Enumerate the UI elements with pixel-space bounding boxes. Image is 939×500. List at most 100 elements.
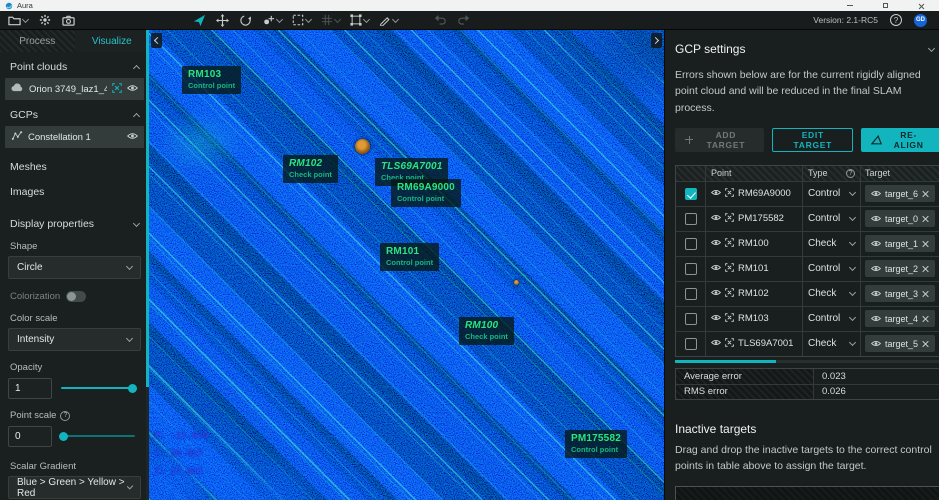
row-checkbox[interactable] [685, 313, 697, 325]
colorization-toggle[interactable] [66, 291, 86, 302]
tab-process[interactable]: Process [0, 30, 75, 52]
tab-visualize[interactable]: Visualize [75, 30, 150, 52]
box-select-tool-button[interactable] [350, 13, 369, 27]
window-close-button[interactable] [918, 3, 924, 9]
collapse-right-panel-button[interactable] [651, 33, 662, 48]
remove-target-icon[interactable] [922, 265, 929, 272]
collapse-left-panel-button[interactable] [151, 33, 162, 48]
target-visibility-eye-icon[interactable] [871, 239, 881, 249]
meshes-section-header[interactable]: Meshes [10, 161, 139, 173]
pan-move-tool-button[interactable] [216, 13, 229, 27]
remove-target-icon[interactable] [922, 315, 929, 322]
row-visibility-eye-icon[interactable] [711, 338, 721, 349]
add-target-button[interactable]: ADD TARGET [675, 128, 764, 152]
point-scale-input[interactable] [8, 426, 52, 447]
target-visibility-eye-icon[interactable] [871, 214, 881, 224]
remove-target-icon[interactable] [922, 240, 929, 247]
realign-button[interactable]: RE-ALIGN [861, 128, 939, 152]
window-minimize-button[interactable] [847, 5, 853, 6]
row-visibility-eye-icon[interactable] [711, 238, 721, 249]
point-scale-help-icon[interactable]: ? [60, 411, 70, 421]
redo-button[interactable] [457, 13, 470, 27]
target-chip[interactable]: target_6 [865, 185, 935, 202]
constellation-item[interactable]: Constellation 1 [5, 126, 144, 148]
gcp-label[interactable]: RM102 Check point [283, 155, 338, 183]
point-cloud-item[interactable]: Orion 3749_laz1_4.laz [5, 78, 144, 100]
row-visibility-eye-icon[interactable] [711, 188, 721, 199]
collapse-panel-chevron-icon[interactable] [928, 44, 935, 51]
row-checkbox[interactable] [685, 263, 697, 275]
rotate-3d-tool-button[interactable] [239, 13, 252, 27]
target-chip[interactable]: target_2 [865, 260, 935, 277]
row-focus-icon[interactable] [725, 238, 734, 250]
target-visibility-eye-icon[interactable] [871, 264, 881, 274]
type-dropdown[interactable]: Control [803, 307, 861, 331]
gcp-label[interactable]: RM69A9000 Control point [391, 179, 461, 207]
point-scale-slider[interactable] [61, 435, 135, 437]
visibility-eye-icon[interactable] [127, 84, 138, 95]
remove-target-icon[interactable] [922, 290, 929, 297]
row-focus-icon[interactable] [725, 263, 734, 275]
target-chip[interactable]: target_5 [865, 335, 935, 352]
row-focus-icon[interactable] [725, 188, 734, 200]
gcp-label[interactable]: RM100 Check point [459, 317, 514, 345]
opacity-slider[interactable] [61, 387, 135, 389]
row-focus-icon[interactable] [725, 213, 734, 225]
shape-dropdown[interactable]: Circle [8, 256, 141, 279]
gcp-label[interactable]: PM175582 Control point [565, 430, 627, 458]
remove-target-icon[interactable] [922, 215, 929, 222]
type-dropdown[interactable]: Control [803, 257, 861, 281]
type-help-icon[interactable]: ? [846, 169, 855, 178]
row-checkbox[interactable] [685, 188, 697, 200]
target-visibility-eye-icon[interactable] [871, 189, 881, 199]
rectangle-select-tool-button[interactable] [292, 13, 311, 27]
type-dropdown[interactable]: Control [803, 207, 861, 231]
target-chip[interactable]: target_1 [865, 235, 935, 252]
row-visibility-eye-icon[interactable] [711, 313, 721, 324]
row-visibility-eye-icon[interactable] [711, 263, 721, 274]
point-cloud-viewport[interactable]: RM103 Control point RM102 Check point TL… [149, 30, 664, 500]
zoom-to-extent-icon[interactable] [112, 83, 122, 96]
images-section-header[interactable]: Images [10, 186, 139, 198]
row-focus-icon[interactable] [725, 313, 734, 325]
edit-target-button[interactable]: EDIT TARGET [772, 128, 853, 152]
opacity-input[interactable] [8, 378, 52, 399]
avatar[interactable]: GD [914, 14, 927, 27]
target-chip[interactable]: target_4 [865, 310, 935, 327]
inactive-targets-dropzone[interactable] [675, 486, 939, 500]
color-scale-dropdown[interactable]: Intensity [8, 328, 141, 351]
open-project-button[interactable] [8, 13, 28, 27]
type-dropdown[interactable]: Check [803, 232, 861, 256]
point-clouds-section-header[interactable]: Point clouds [10, 61, 139, 73]
row-focus-icon[interactable] [725, 338, 734, 350]
display-properties-header[interactable]: Display properties [10, 218, 139, 230]
scalar-gradient-dropdown[interactable]: Blue > Green > Yellow > Red [8, 476, 141, 499]
gcp-label[interactable]: RM103 Control point [182, 66, 241, 94]
screenshot-camera-button[interactable] [62, 13, 75, 27]
remove-target-icon[interactable] [922, 340, 929, 347]
gcps-section-header[interactable]: GCPs [10, 109, 139, 121]
target-visibility-eye-icon[interactable] [871, 314, 881, 324]
type-dropdown[interactable]: Check [803, 282, 861, 306]
row-checkbox[interactable] [685, 338, 697, 350]
gcp-label[interactable]: RM101 Control point [380, 243, 439, 271]
remove-target-icon[interactable] [922, 190, 929, 197]
measure-tool-button[interactable] [379, 13, 398, 27]
undo-button[interactable] [434, 13, 447, 27]
row-visibility-eye-icon[interactable] [711, 288, 721, 299]
settings-gear-button[interactable] [39, 13, 51, 27]
gcp-target-marker[interactable] [514, 280, 519, 285]
gcp-target-marker[interactable] [355, 139, 370, 154]
grid-tool-button[interactable] [321, 13, 340, 27]
target-chip[interactable]: target_3 [865, 285, 935, 302]
row-checkbox[interactable] [685, 238, 697, 250]
row-visibility-eye-icon[interactable] [711, 213, 721, 224]
row-checkbox[interactable] [685, 213, 697, 225]
row-checkbox[interactable] [685, 288, 697, 300]
visibility-eye-icon[interactable] [127, 132, 138, 143]
row-focus-icon[interactable] [725, 288, 734, 300]
target-visibility-eye-icon[interactable] [871, 339, 881, 349]
navigate-tool-button[interactable] [193, 13, 206, 27]
type-dropdown[interactable]: Check [803, 332, 861, 356]
table-horizontal-scrollbar[interactable] [675, 360, 939, 363]
